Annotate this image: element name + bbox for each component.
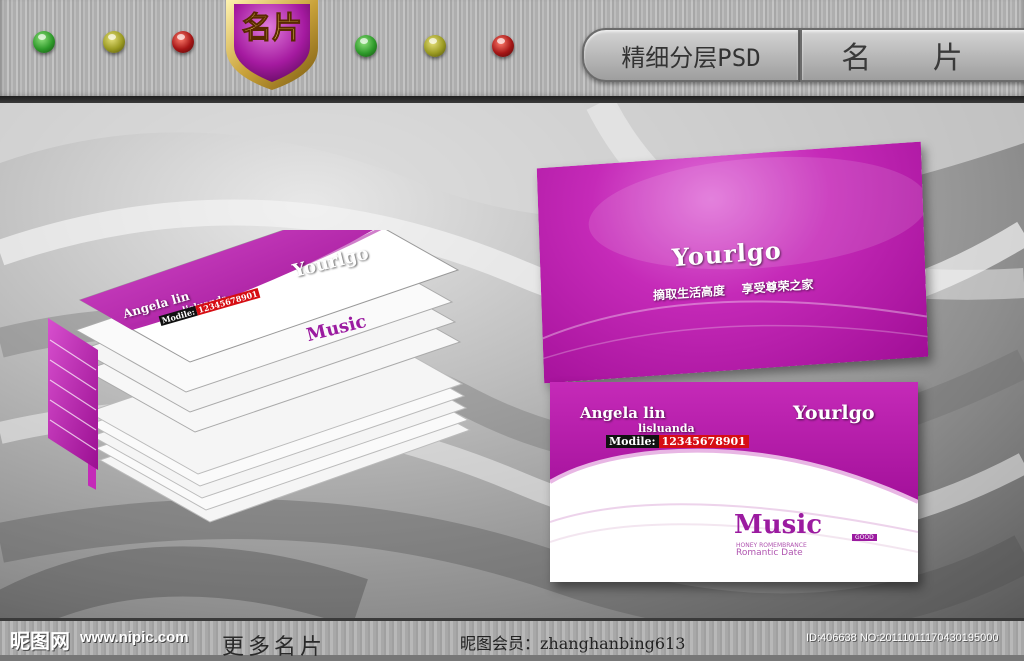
site-logo: 昵图网 <box>10 629 70 653</box>
layered-psd-plaque: 精细分层PSD <box>582 28 800 82</box>
business-card-plaque: 名 片 <box>800 28 1024 82</box>
card-front-mobile: Modile: 12345678901 <box>606 435 749 448</box>
card-front-subname: lisluanda <box>638 422 695 435</box>
card-front-logo: Yourlgo <box>793 402 875 424</box>
mobile-label: Modile: <box>606 435 659 448</box>
member-text: 昵图会员：zhanghanbing613 <box>460 634 686 653</box>
card-stack <box>48 230 472 523</box>
card-front-name: Angela lin <box>580 404 666 422</box>
yellow-light-icon <box>103 31 125 53</box>
site-url: www.nipic.com <box>80 629 189 646</box>
card-back-side: Yourlgo 摘取生活高度 享受尊荣之家 <box>536 141 929 384</box>
more-cards-text: 更多名片 <box>222 635 327 660</box>
green-light-icon <box>33 31 55 53</box>
green-light-icon <box>355 35 377 57</box>
card-front-music-tag: GOOD <box>852 534 877 541</box>
divider <box>0 96 1024 103</box>
yellow-light-icon <box>424 35 446 57</box>
mobile-number: 12345678901 <box>658 435 749 448</box>
badge-text: 名片 <box>242 11 302 46</box>
bottom-metal-bar: 昵图网 www.nipic.com 更多名片 昵图会员：zhanghanbing… <box>0 618 1024 660</box>
red-light-icon <box>172 31 194 53</box>
shield-badge: 名片 <box>226 0 318 90</box>
card-front-side: Angela lin lisluanda Modile: 12345678901 … <box>550 382 918 582</box>
red-light-icon <box>492 35 514 57</box>
stack-side-magenta <box>48 318 98 470</box>
card-front-romantic: Romantic Date <box>736 548 803 558</box>
card-front-music: Music <box>734 510 823 540</box>
image-id-text: ID:406638 NO:20111011170430195000 <box>806 632 999 644</box>
plaque-left-text: 精细分层PSD <box>621 43 761 72</box>
plaque-right-text: 名 片 <box>841 41 989 76</box>
